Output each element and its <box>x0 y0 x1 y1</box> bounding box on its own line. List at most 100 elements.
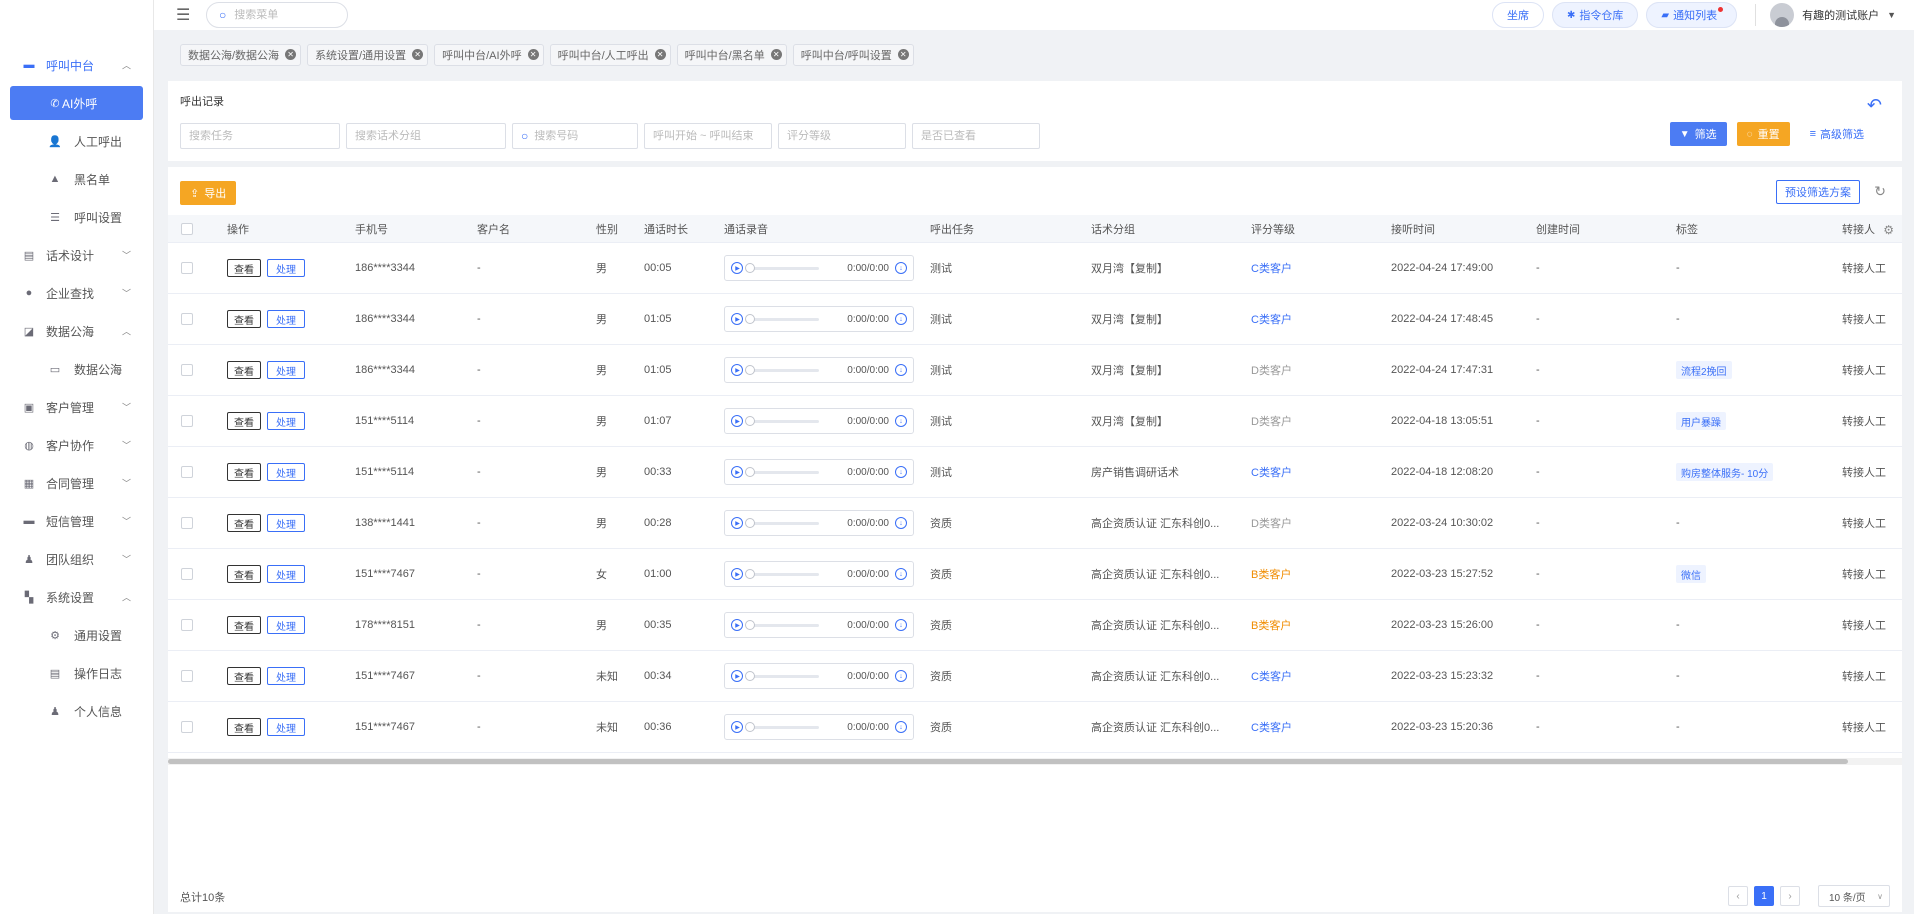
audio-progress-knob[interactable] <box>745 517 755 528</box>
row-checkbox[interactable] <box>181 568 193 580</box>
commands-button[interactable]: ✱ 指令仓库 <box>1551 2 1639 28</box>
advanced-filter-button[interactable]: ≡ 高级筛选 <box>1810 126 1864 142</box>
sidebar-item-11[interactable]: ▦ 合同管理 ﹀ <box>0 464 153 502</box>
task-search-input[interactable] <box>189 130 339 142</box>
export-button[interactable]: ⇪ 导出 <box>180 181 237 205</box>
view-button[interactable]: 查看 <box>227 514 261 532</box>
audio-progress[interactable] <box>745 466 819 477</box>
download-icon[interactable]: ↓ <box>895 262 907 274</box>
audio-progress[interactable] <box>745 670 819 681</box>
download-icon[interactable]: ↓ <box>895 670 907 682</box>
refresh-icon[interactable]: ↻ <box>1874 183 1886 200</box>
audio-progress[interactable] <box>745 415 819 426</box>
select-all-checkbox[interactable] <box>181 222 193 235</box>
play-icon[interactable]: ▶ <box>731 568 743 580</box>
sidebar-item-15[interactable]: ⚙ 通用设置 <box>0 616 153 654</box>
sidebar-item-8[interactable]: ▭ 数据公海 <box>0 350 153 388</box>
tab-4[interactable]: 呼叫中台/黑名单 ✕ <box>676 43 787 66</box>
sidebar-item-2[interactable]: 👤 人工呼出 <box>0 122 153 160</box>
handle-button[interactable]: 处理 <box>267 667 305 685</box>
handle-button[interactable]: 处理 <box>267 412 305 430</box>
tab-5[interactable]: 呼叫中台/呼叫设置 ✕ <box>792 43 914 66</box>
notify-button[interactable]: ▰ 通知列表 <box>1646 2 1738 28</box>
next-page-button[interactable]: › <box>1780 886 1800 906</box>
sidebar-item-13[interactable]: ♟ 团队组织 ﹀ <box>0 540 153 578</box>
page-size-select[interactable]: 10 条/页 ∨ <box>1818 885 1890 907</box>
handle-button[interactable]: 处理 <box>267 310 305 328</box>
sidebar-item-10[interactable]: ◍ 客户协作 ﹀ <box>0 426 153 464</box>
play-icon[interactable]: ▶ <box>731 262 743 274</box>
scrollbar-thumb[interactable] <box>168 759 1848 764</box>
preset-filter-button[interactable]: 预设筛选方案 <box>1776 180 1860 204</box>
menu-search-input[interactable] <box>234 9 331 21</box>
audio-progress-knob[interactable] <box>745 313 755 324</box>
play-icon[interactable]: ▶ <box>731 364 743 376</box>
view-button[interactable]: 查看 <box>227 718 261 736</box>
close-icon[interactable]: ✕ <box>285 49 297 60</box>
play-icon[interactable]: ▶ <box>731 670 743 682</box>
audio-progress-knob[interactable] <box>745 721 755 732</box>
phone-search-field[interactable]: ○ <box>512 123 638 149</box>
audio-progress[interactable] <box>745 364 819 375</box>
handle-button[interactable]: 处理 <box>267 718 305 736</box>
tab-3[interactable]: 呼叫中台/人工呼出 ✕ <box>549 43 671 66</box>
column-settings-icon[interactable]: ⚙ <box>1883 223 1894 237</box>
audio-progress[interactable] <box>745 313 819 324</box>
view-button[interactable]: 查看 <box>227 412 261 430</box>
play-icon[interactable]: ▶ <box>731 721 743 733</box>
viewed-select-input[interactable] <box>921 130 1039 142</box>
audio-progress-knob[interactable] <box>745 415 755 426</box>
sidebar-item-6[interactable]: ● 企业查找 ﹀ <box>0 274 153 312</box>
audio-progress[interactable] <box>745 619 819 630</box>
sidebar-item-12[interactable]: ▬ 短信管理 ﹀ <box>0 502 153 540</box>
avatar[interactable] <box>1770 3 1795 27</box>
audio-progress-knob[interactable] <box>745 364 755 375</box>
play-icon[interactable]: ▶ <box>731 619 743 631</box>
sidebar-item-0[interactable]: ▬ 呼叫中台 ︿ <box>0 46 153 84</box>
filter-button[interactable]: ▼ 筛选 <box>1669 122 1727 146</box>
view-button[interactable]: 查看 <box>227 310 261 328</box>
download-icon[interactable]: ↓ <box>895 619 907 631</box>
horizontal-scrollbar[interactable] <box>168 758 1902 765</box>
caret-down-icon[interactable]: ▼ <box>1887 10 1896 20</box>
sidebar-item-4[interactable]: ☰ 呼叫设置 <box>0 198 153 236</box>
audio-progress[interactable] <box>745 262 819 273</box>
audio-progress-knob[interactable] <box>745 568 755 579</box>
play-icon[interactable]: ▶ <box>731 517 743 529</box>
audio-progress-knob[interactable] <box>745 466 755 477</box>
row-checkbox[interactable] <box>181 721 193 733</box>
view-button[interactable]: 查看 <box>227 463 261 481</box>
sidebar-item-16[interactable]: ▤ 操作日志 <box>0 654 153 692</box>
close-icon[interactable]: ✕ <box>897 49 909 60</box>
row-checkbox[interactable] <box>181 517 193 529</box>
row-checkbox[interactable] <box>181 313 193 325</box>
handle-button[interactable]: 处理 <box>267 616 305 634</box>
download-icon[interactable]: ↓ <box>895 721 907 733</box>
phone-search-input[interactable] <box>534 130 637 142</box>
menu-toggle-icon[interactable]: ☰ <box>176 5 192 25</box>
handle-button[interactable]: 处理 <box>267 361 305 379</box>
tab-0[interactable]: 数据公海/数据公海 ✕ <box>180 43 302 66</box>
view-button[interactable]: 查看 <box>227 259 261 277</box>
handle-button[interactable]: 处理 <box>267 565 305 583</box>
group-search-input[interactable] <box>355 130 505 142</box>
view-button[interactable]: 查看 <box>227 616 261 634</box>
reset-button[interactable]: ◌ 重置 <box>1736 122 1790 146</box>
row-checkbox[interactable] <box>181 670 193 682</box>
row-checkbox[interactable] <box>181 262 193 274</box>
group-search-field[interactable] <box>346 123 506 149</box>
audio-progress-knob[interactable] <box>745 262 755 273</box>
sidebar-item-7[interactable]: ◪ 数据公海 ︿ <box>0 312 153 350</box>
view-button[interactable]: 查看 <box>227 565 261 583</box>
grade-select-input[interactable] <box>787 130 905 142</box>
viewed-select[interactable] <box>912 123 1040 149</box>
play-icon[interactable]: ▶ <box>731 466 743 478</box>
row-checkbox[interactable] <box>181 619 193 631</box>
call-date-range[interactable] <box>644 123 772 149</box>
row-checkbox[interactable] <box>181 415 193 427</box>
handle-button[interactable]: 处理 <box>267 259 305 277</box>
download-icon[interactable]: ↓ <box>895 517 907 529</box>
page-number[interactable]: 1 <box>1754 886 1774 906</box>
download-icon[interactable]: ↓ <box>895 568 907 580</box>
sidebar-item-1[interactable]: ✆ AI外呼 <box>10 86 143 120</box>
